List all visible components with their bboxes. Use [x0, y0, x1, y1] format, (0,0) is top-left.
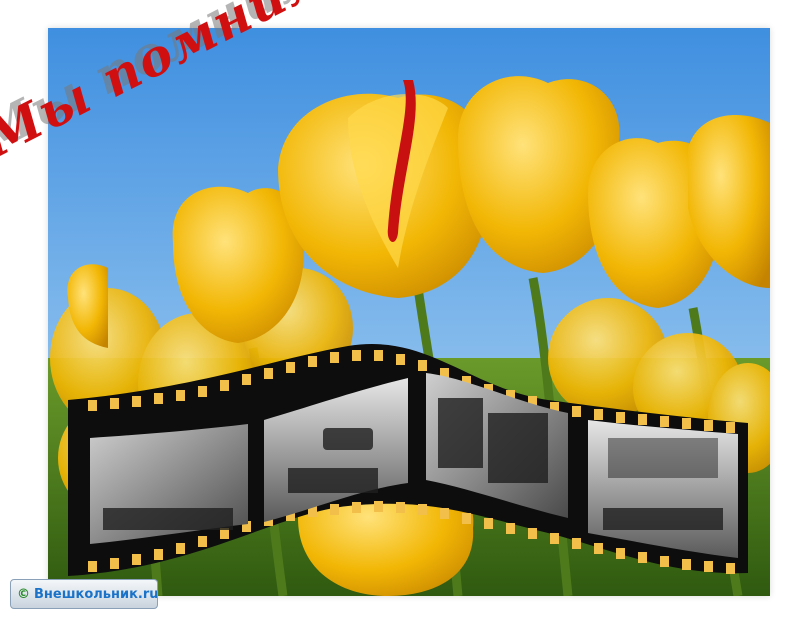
copyright-icon: ©: [17, 587, 30, 602]
watermark-badge: © Внешкольник.ru: [10, 579, 158, 609]
watermark-text: Внешкольник.ru: [34, 587, 158, 602]
